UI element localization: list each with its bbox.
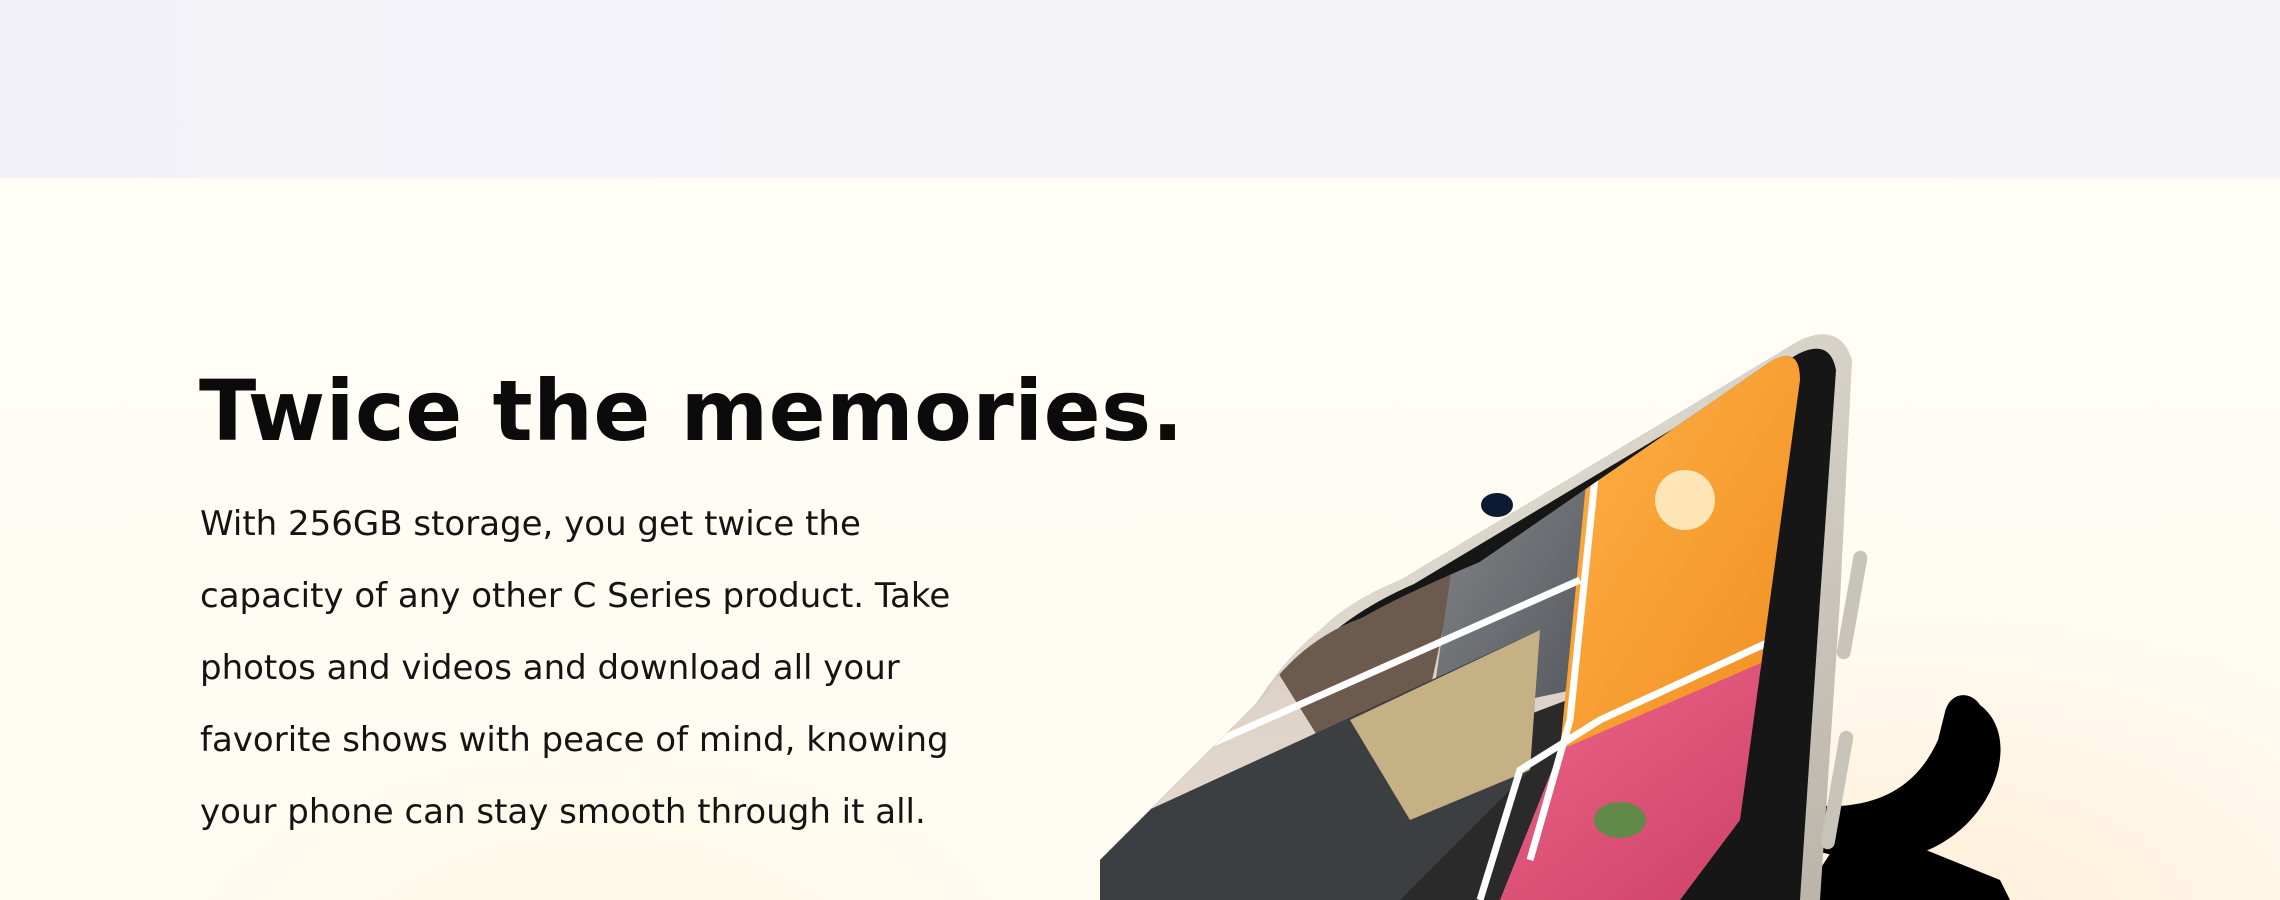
description-line: capacity of any other C Series product. … [200, 576, 951, 616]
description-line: your phone can stay smooth through it al… [200, 792, 926, 832]
description-line: With 256GB storage, you get twice the [200, 504, 861, 544]
camera-lens-icon [1481, 493, 1513, 517]
description-line: photos and videos and download all your [200, 648, 900, 688]
feature-description: With 256GB storage, you get twice the ca… [200, 488, 960, 848]
feature-headline: Twice the memories. [199, 362, 1184, 460]
page: Twice the memories. With 256GB storage, … [0, 0, 2280, 900]
description-line: favorite shows with peace of mind, knowi… [200, 720, 949, 760]
phone-image [1100, 334, 2010, 900]
top-section-band [0, 0, 2280, 178]
